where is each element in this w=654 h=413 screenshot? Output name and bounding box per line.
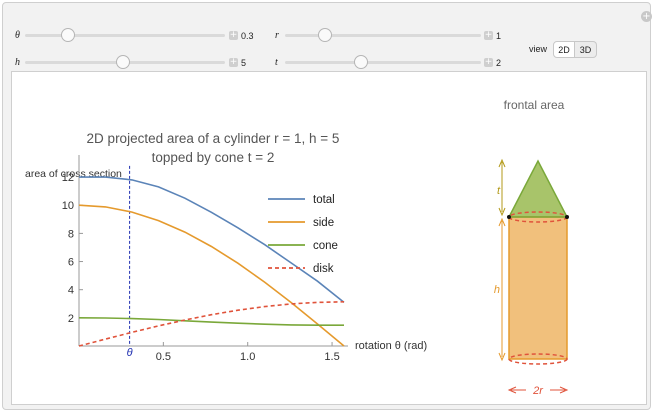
h-dimension-label: h (494, 284, 500, 296)
plot-title-line2: topped by cone t = 2 (152, 150, 275, 165)
app-frame: + θ + 0.3 r + 1 h + 5 t + 2 view 2D 3D 2… (2, 2, 652, 410)
x-tick-label-0.5: 0.5 (156, 351, 171, 363)
diameter-dimension-label: 2r (532, 385, 544, 397)
series-line-disk (78, 301, 345, 347)
r-value: 1 (496, 31, 502, 41)
t-slider-track[interactable] (285, 61, 481, 64)
legend-label-cone: cone (313, 240, 338, 252)
h-value: 5 (241, 58, 247, 68)
cone-shape (507, 159, 569, 218)
plot-title-line1: 2D projected area of a cylinder r = 1, h… (87, 131, 340, 146)
theta-slider-thumb[interactable] (61, 28, 75, 42)
t-dimension-label: t (497, 185, 501, 197)
legend-label-total: total (313, 194, 335, 206)
series-line-total (79, 176, 345, 304)
t-expand-icon[interactable]: + (484, 58, 493, 67)
x-tick-label-1.0: 1.0 (240, 351, 255, 363)
y-tick-label-6: 6 (68, 257, 74, 269)
view-2d-button[interactable]: 2D (553, 41, 575, 58)
cylinder-body (508, 216, 568, 360)
r-expand-icon[interactable]: + (484, 31, 493, 40)
series-line-cone (78, 317, 344, 326)
view-label: view (529, 44, 548, 54)
t-slider-label: t (275, 57, 278, 68)
y-tick-label-4: 4 (68, 285, 74, 297)
legend-label-disk: disk (313, 263, 334, 275)
theta-marker-label: θ (127, 347, 133, 359)
theta-expand-icon[interactable]: + (229, 31, 238, 40)
t-slider-thumb[interactable] (354, 55, 368, 69)
legend-label-side: side (313, 217, 334, 229)
output-panel: 2D projected area of a cylinder r = 1, h… (11, 71, 647, 405)
h-slider-thumb[interactable] (116, 55, 130, 69)
plot-canvas: 2D projected area of a cylinder r = 1, h… (25, 98, 569, 397)
y-tick-label-12: 12 (62, 172, 74, 184)
expand-icon[interactable]: + (641, 11, 652, 22)
y-tick-label-2: 2 (68, 313, 74, 325)
left-rim-point (507, 215, 511, 219)
h-expand-icon[interactable]: + (229, 58, 238, 67)
y-tick-label-10: 10 (62, 200, 74, 212)
h-slider-label: h (15, 57, 20, 68)
theta-slider-track[interactable] (25, 34, 225, 37)
frontal-area-title: frontal area (504, 98, 565, 112)
x-axis-label: rotation θ (rad) (355, 340, 427, 352)
r-slider-label: r (275, 30, 279, 41)
theta-slider-label: θ (15, 30, 20, 41)
view-3d-button[interactable]: 3D (575, 41, 597, 58)
x-tick-label-1.5: 1.5 (324, 351, 339, 363)
y-tick-label-8: 8 (68, 228, 74, 240)
right-rim-point (565, 215, 569, 219)
r-slider-thumb[interactable] (318, 28, 332, 42)
t-value: 2 (496, 58, 502, 68)
r-slider-track[interactable] (285, 34, 481, 37)
theta-value: 0.3 (241, 31, 254, 41)
